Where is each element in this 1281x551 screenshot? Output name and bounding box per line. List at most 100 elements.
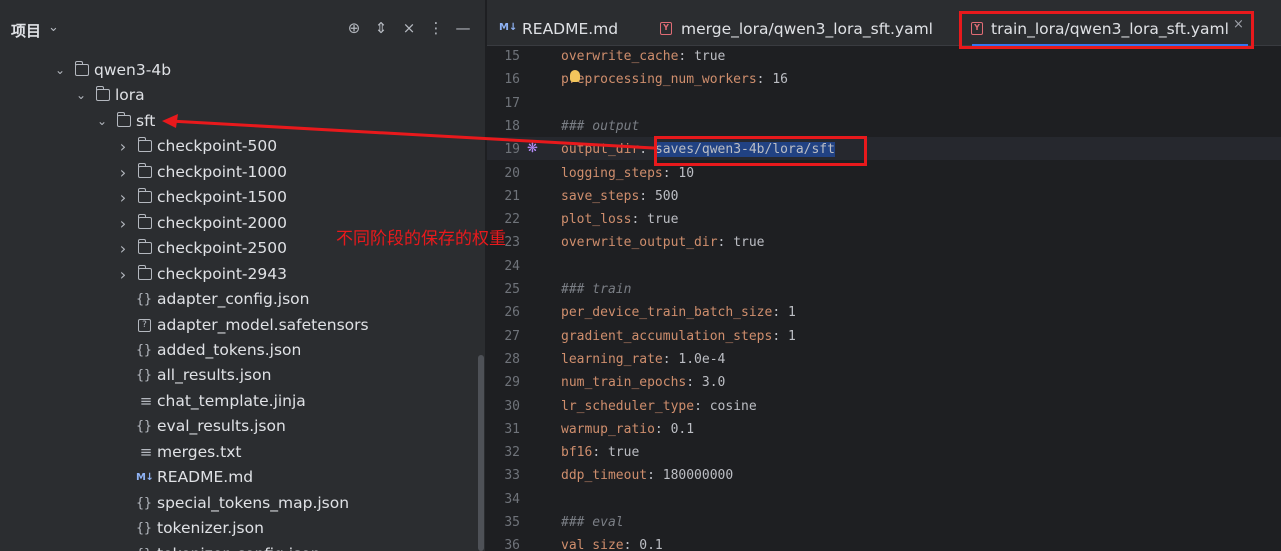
code-text: ### train — [561, 282, 632, 297]
code-text: ### output — [561, 118, 640, 134]
folder-icon — [137, 137, 152, 153]
code-text: bf16: true — [561, 445, 640, 461]
code-line[interactable]: 29 num_train_epochs: 3.0 — [487, 371, 1281, 394]
line-number: 18 — [504, 118, 520, 134]
binary-file-icon: ? — [138, 318, 151, 332]
tree-item-label: eval_results.json — [157, 417, 286, 436]
line-number: 27 — [504, 328, 520, 344]
tree-item[interactable]: › checkpoint-1500 — [0, 185, 478, 210]
code-line[interactable]: 27 gradient_accumulation_steps: 1 — [487, 325, 1281, 348]
line-number: 16 — [504, 72, 520, 88]
tree-item-label: adapter_model.safetensors — [157, 315, 369, 334]
chevron-right-icon[interactable]: › — [117, 185, 129, 210]
chevron-down-icon[interactable]: ⌄ — [48, 20, 59, 35]
more-icon[interactable]: ⋮ — [425, 17, 447, 39]
code-line[interactable]: 21 save_steps: 500 — [487, 185, 1281, 208]
tree-item-label: checkpoint-2500 — [157, 239, 287, 258]
chevron-right-icon[interactable]: › — [117, 211, 129, 236]
line-number: 26 — [504, 305, 520, 321]
collapse-all-icon[interactable]: × — [398, 17, 420, 39]
tree-item[interactable]: ≡ chat_template.jinja — [0, 389, 478, 414]
gutter-gear-icon[interactable]: ❋ — [527, 141, 538, 157]
json-file-icon: {} — [136, 368, 152, 384]
tree-item[interactable]: {} eval_results.json — [0, 414, 478, 439]
code-line[interactable]: 34 — [487, 488, 1281, 511]
json-file-icon: {} — [136, 342, 152, 358]
expand-collapse-icon[interactable]: ⇕ — [370, 17, 392, 39]
tree-item-label: README.md — [157, 468, 254, 487]
tree-item[interactable]: ≡ merges.txt — [0, 440, 478, 465]
code-text: overwrite_output_dir: true — [561, 235, 765, 251]
tree-item-label: qwen3-4b — [94, 61, 172, 79]
code-line[interactable]: 26 per_device_train_batch_size: 1 — [487, 301, 1281, 324]
code-line[interactable]: 31 warmup_ratio: 0.1 — [487, 418, 1281, 441]
code-line[interactable]: 19 output_dir: saves/qwen3-4b/lora/sft — [487, 138, 1281, 161]
code-text: warmup_ratio: 0.1 — [561, 421, 695, 437]
code-line[interactable]: 36 val_size: 0.1 — [487, 534, 1281, 551]
code-line[interactable]: 17 — [487, 92, 1281, 115]
tree-item[interactable]: {} added_tokens.json — [0, 338, 478, 363]
tree-item-label: adapter_config.json — [157, 290, 310, 309]
line-number: 24 — [504, 258, 520, 274]
code-line[interactable]: 18 ### output — [487, 115, 1281, 138]
code-area[interactable]: 15 overwrite_cache: true 16 preprocessing_n… — [487, 46, 1281, 551]
tree-item[interactable]: › checkpoint-1000 — [0, 160, 478, 185]
tree-item[interactable]: {} adapter_config.json — [0, 287, 478, 312]
line-number: 30 — [504, 398, 520, 414]
code-line[interactable]: 33 ddp_timeout: 180000000 — [487, 464, 1281, 487]
scrollbar[interactable] — [478, 355, 484, 551]
code-line[interactable]: 32 bf16: true — [487, 441, 1281, 464]
code-line[interactable]: 23 overwrite_output_dir: true — [487, 231, 1281, 254]
chevron-down-icon[interactable]: ⌄ — [96, 109, 108, 134]
code-line[interactable]: 20 logging_steps: 10 — [487, 162, 1281, 185]
tree-item-label: added_tokens.json — [157, 340, 302, 359]
tree-item[interactable]: ? adapter_model.safetensors — [0, 313, 478, 338]
chevron-right-icon[interactable]: › — [117, 160, 129, 185]
chevron-right-icon[interactable]: › — [117, 262, 129, 287]
chevron-down-icon[interactable]: ⌄ — [54, 58, 66, 83]
line-number: 25 — [504, 282, 520, 297]
code-line[interactable]: 35 ### eval — [487, 511, 1281, 534]
markdown-icon: M↓ — [499, 22, 518, 33]
annotation-box-output-dir — [654, 136, 867, 166]
code-line[interactable]: 24 — [487, 255, 1281, 278]
chevron-right-icon[interactable]: › — [117, 236, 129, 261]
markdown-icon: M↓ — [136, 472, 154, 484]
tree-item[interactable]: M↓ README.md — [0, 465, 478, 490]
folder-icon — [74, 61, 89, 76]
code-text: gradient_accumulation_steps: 1 — [561, 328, 796, 344]
crosshair-icon[interactable]: ⊕ — [343, 17, 365, 39]
json-file-icon: {} — [136, 419, 152, 435]
folder-icon — [137, 162, 152, 178]
project-panel-title[interactable]: 项目 — [11, 20, 41, 41]
line-number: 31 — [504, 421, 520, 437]
lightbulb-icon[interactable] — [570, 70, 580, 82]
code-line[interactable]: 16 preprocessing_num_workers: 16 — [487, 68, 1281, 91]
tree-item[interactable]: › checkpoint-500 — [0, 134, 478, 159]
folder-icon — [137, 213, 152, 229]
tree-item-label: merges.txt — [157, 442, 242, 461]
code-line[interactable]: 22 plot_loss: true — [487, 208, 1281, 231]
tree-item-label: lora — [115, 86, 145, 105]
tree-item[interactable]: ⌄ lora — [0, 83, 478, 108]
editor: M↓ README.md Y merge_lora/qwen3_lora_sft… — [487, 0, 1281, 551]
annotation-text: 不同阶段的保存的权重 — [336, 229, 506, 249]
code-text: save_steps: 500 — [561, 188, 679, 204]
tree-item[interactable]: {} special_tokens_map.json — [0, 491, 478, 516]
json-file-icon: {} — [136, 542, 152, 551]
tree-item[interactable]: {} tokenizer_config.json — [0, 542, 478, 551]
tree-item-label: checkpoint-1000 — [157, 162, 287, 181]
code-line[interactable]: 30 lr_scheduler_type: cosine — [487, 395, 1281, 418]
tree-item[interactable]: ⌄ qwen3-4b — [0, 58, 478, 83]
tree-item[interactable]: › checkpoint-2943 — [0, 262, 478, 287]
tree-item[interactable]: {} all_results.json — [0, 363, 478, 388]
folder-icon — [137, 239, 152, 255]
line-number: 20 — [504, 165, 520, 181]
tree-item[interactable]: {} tokenizer.json — [0, 516, 478, 541]
code-line[interactable]: 25 ### train — [487, 278, 1281, 301]
tree-item[interactable]: ⌄ sft — [0, 109, 478, 134]
chevron-right-icon[interactable]: › — [117, 134, 129, 159]
chevron-down-icon[interactable]: ⌄ — [75, 83, 87, 108]
minimize-icon[interactable]: — — [452, 17, 474, 39]
code-line[interactable]: 28 learning_rate: 1.0e-4 — [487, 348, 1281, 371]
